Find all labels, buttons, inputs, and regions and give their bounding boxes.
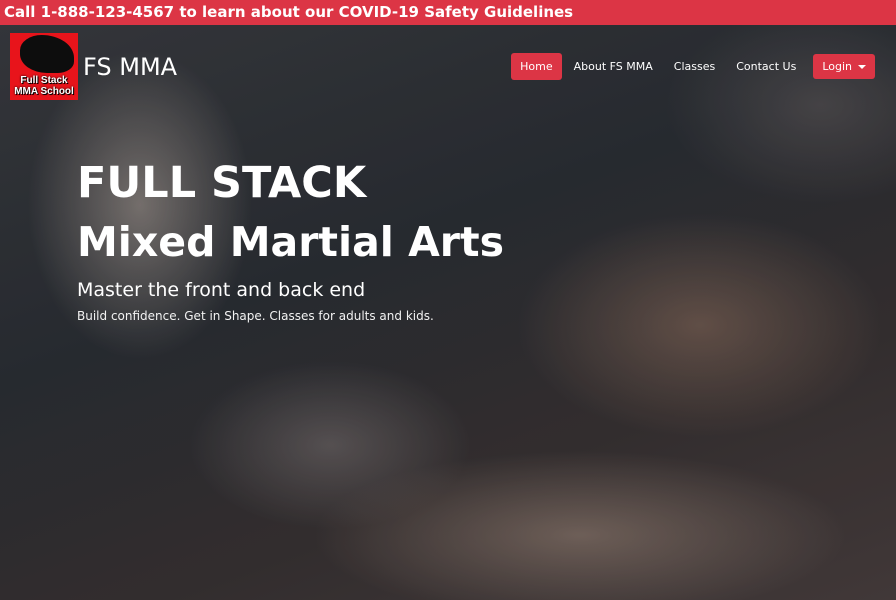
- brand-name[interactable]: FS MMA: [83, 53, 177, 81]
- hero-tagline: Build confidence. Get in Shape. Classes …: [77, 309, 434, 323]
- fighter-silhouette-icon: [20, 35, 74, 73]
- alert-text: Call 1-888-123-4567 to learn about our C…: [4, 3, 574, 21]
- nav-contact-link[interactable]: Contact Us: [727, 53, 805, 80]
- nav-home-link[interactable]: Home: [511, 53, 562, 80]
- hero-title-line2: Mixed Martial Arts: [77, 218, 505, 266]
- logo-text-line2: MMA School: [14, 86, 74, 97]
- brand-logo[interactable]: Full Stack MMA School: [10, 33, 78, 100]
- logo-text-line1: Full Stack: [20, 75, 68, 86]
- nav-classes-link[interactable]: Classes: [665, 53, 724, 80]
- hero-section: Full Stack MMA School FS MMA Home About …: [0, 25, 896, 600]
- hero-text: FULL STACK Mixed Martial Arts Master the…: [77, 157, 504, 323]
- navbar: Full Stack MMA School FS MMA Home About …: [0, 25, 896, 110]
- hero-subtitle: Master the front and back end: [77, 279, 366, 301]
- covid-alert-banner: Call 1-888-123-4567 to learn about our C…: [0, 0, 896, 25]
- login-label: Login: [822, 60, 852, 73]
- hero-title-line1: FULL STACK: [77, 158, 367, 208]
- nav-links: Home About FS MMA Classes Contact Us Log…: [511, 53, 875, 80]
- login-dropdown-button[interactable]: Login: [813, 54, 875, 79]
- nav-about-link[interactable]: About FS MMA: [565, 53, 662, 80]
- caret-down-icon: [858, 64, 866, 69]
